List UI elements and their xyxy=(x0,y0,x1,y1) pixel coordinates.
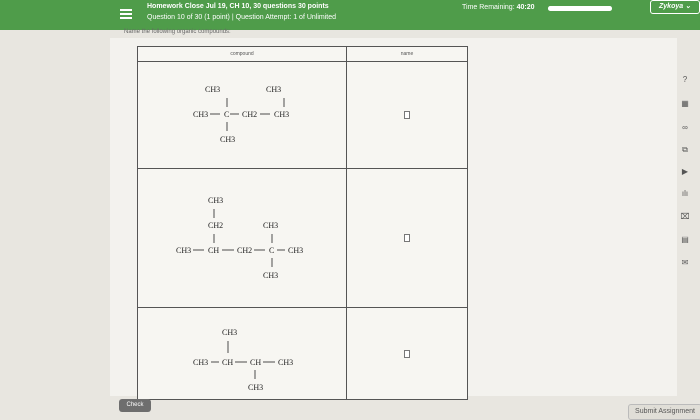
atom-label: C xyxy=(269,246,274,255)
grid-icon[interactable]: ▤ xyxy=(679,234,691,245)
top-bar: Homework Close Jul 19, CH 10, 30 questio… xyxy=(0,0,700,30)
atom-label: CH3 xyxy=(248,383,263,392)
timer-label: Time Remaining: 40:20 xyxy=(462,4,535,11)
book-icon[interactable]: ⧉ xyxy=(679,144,691,155)
name-input-2[interactable] xyxy=(404,234,410,242)
mail-icon[interactable]: ✉ xyxy=(679,257,691,268)
compound-table: compound name CH3 CH3 CH3 C CH2 CH3 CH3 xyxy=(137,46,468,400)
atom-label: C xyxy=(224,110,229,119)
table-header-row: compound name xyxy=(137,46,468,62)
table-row: CH3 CH2 CH3 CH3 CH CH2 C CH3 CH3 xyxy=(137,168,468,308)
attempt-info: Question Attempt: 1 of Unlimited xyxy=(235,14,337,21)
separator: | xyxy=(231,14,234,21)
atom-label: CH3 xyxy=(222,328,237,337)
video-icon[interactable]: ▶ xyxy=(679,166,691,177)
structure-diagram-3: CH3 CH3 CH CH CH3 CH3 xyxy=(193,328,293,392)
atom-label: CH3 xyxy=(193,358,208,367)
structure-diagram-2: CH3 CH2 CH3 CH3 CH CH2 C CH3 CH3 xyxy=(176,196,303,280)
atom-label: CH3 xyxy=(278,358,293,367)
chevron-down-icon: ⌄ xyxy=(685,3,691,10)
compound-header: compound xyxy=(137,46,347,62)
hamburger-menu-icon[interactable] xyxy=(120,9,132,19)
compound-structure-1: CH3 CH3 CH3 C CH2 CH3 CH3 xyxy=(137,61,347,169)
table-row: CH3 CH3 CH CH CH3 CH3 xyxy=(137,307,468,400)
atom-label: CH3 xyxy=(176,246,191,255)
help-icon[interactable]: ? xyxy=(679,74,691,85)
atom-label: CH xyxy=(208,246,219,255)
name-header: name xyxy=(346,46,468,62)
compound-structure-2: CH3 CH2 CH3 CH3 CH CH2 C CH3 CH3 xyxy=(137,168,347,308)
timer-progress-bar xyxy=(548,6,612,11)
atom-label: CH xyxy=(222,358,233,367)
instruction-text: Name the following organic compounds: xyxy=(124,29,231,35)
question-info-line: Question 10 of 30 (1 point) | Question A… xyxy=(147,14,336,21)
atom-label: CH3 xyxy=(263,271,278,280)
atom-label: CH3 xyxy=(263,221,278,230)
structure-diagram-1: CH3 CH3 CH3 C CH2 CH3 CH3 xyxy=(193,85,289,144)
name-answer-cell xyxy=(346,61,468,169)
compound-structure-3: CH3 CH3 CH CH CH3 CH3 xyxy=(137,307,347,400)
homework-title: Homework Close Jul 19, CH 10, 30 questio… xyxy=(147,3,329,10)
atom-label: CH2 xyxy=(242,110,257,119)
name-answer-cell xyxy=(346,168,468,308)
atom-label: CH xyxy=(250,358,261,367)
atom-label: CH2 xyxy=(237,246,252,255)
calculator-icon[interactable]: ▦ xyxy=(679,98,691,109)
timer-value: 40:20 xyxy=(516,4,535,11)
question-number: Question 10 of 30 (1 point) xyxy=(147,14,230,21)
name-input-1[interactable] xyxy=(404,111,410,119)
table-row: CH3 CH3 CH3 C CH2 CH3 CH3 xyxy=(137,61,468,169)
atom-label: CH3 xyxy=(205,85,220,94)
timer-progress-fill xyxy=(548,6,612,11)
atom-label: CH3 xyxy=(208,196,223,205)
atom-label: CH2 xyxy=(208,221,223,230)
name-answer-cell xyxy=(346,307,468,400)
atom-label: CH3 xyxy=(288,246,303,255)
check-button[interactable]: Check xyxy=(119,399,151,412)
drawing-icon[interactable]: ⌧ xyxy=(679,211,691,222)
tools-sidebar: ? ▦ ∞ ⧉ ▶ ılı ⌧ ▤ ✉ xyxy=(679,74,695,274)
atom-label: CH3 xyxy=(220,135,235,144)
user-menu-button[interactable]: Zykoya ⌄ xyxy=(650,0,700,14)
periodic-table-icon[interactable]: ∞ xyxy=(679,122,691,133)
atom-label: CH3 xyxy=(274,110,289,119)
atom-label: CH3 xyxy=(266,85,281,94)
data-icon[interactable]: ılı xyxy=(679,188,691,199)
name-input-3[interactable] xyxy=(404,349,410,358)
atom-label: CH3 xyxy=(193,110,208,119)
